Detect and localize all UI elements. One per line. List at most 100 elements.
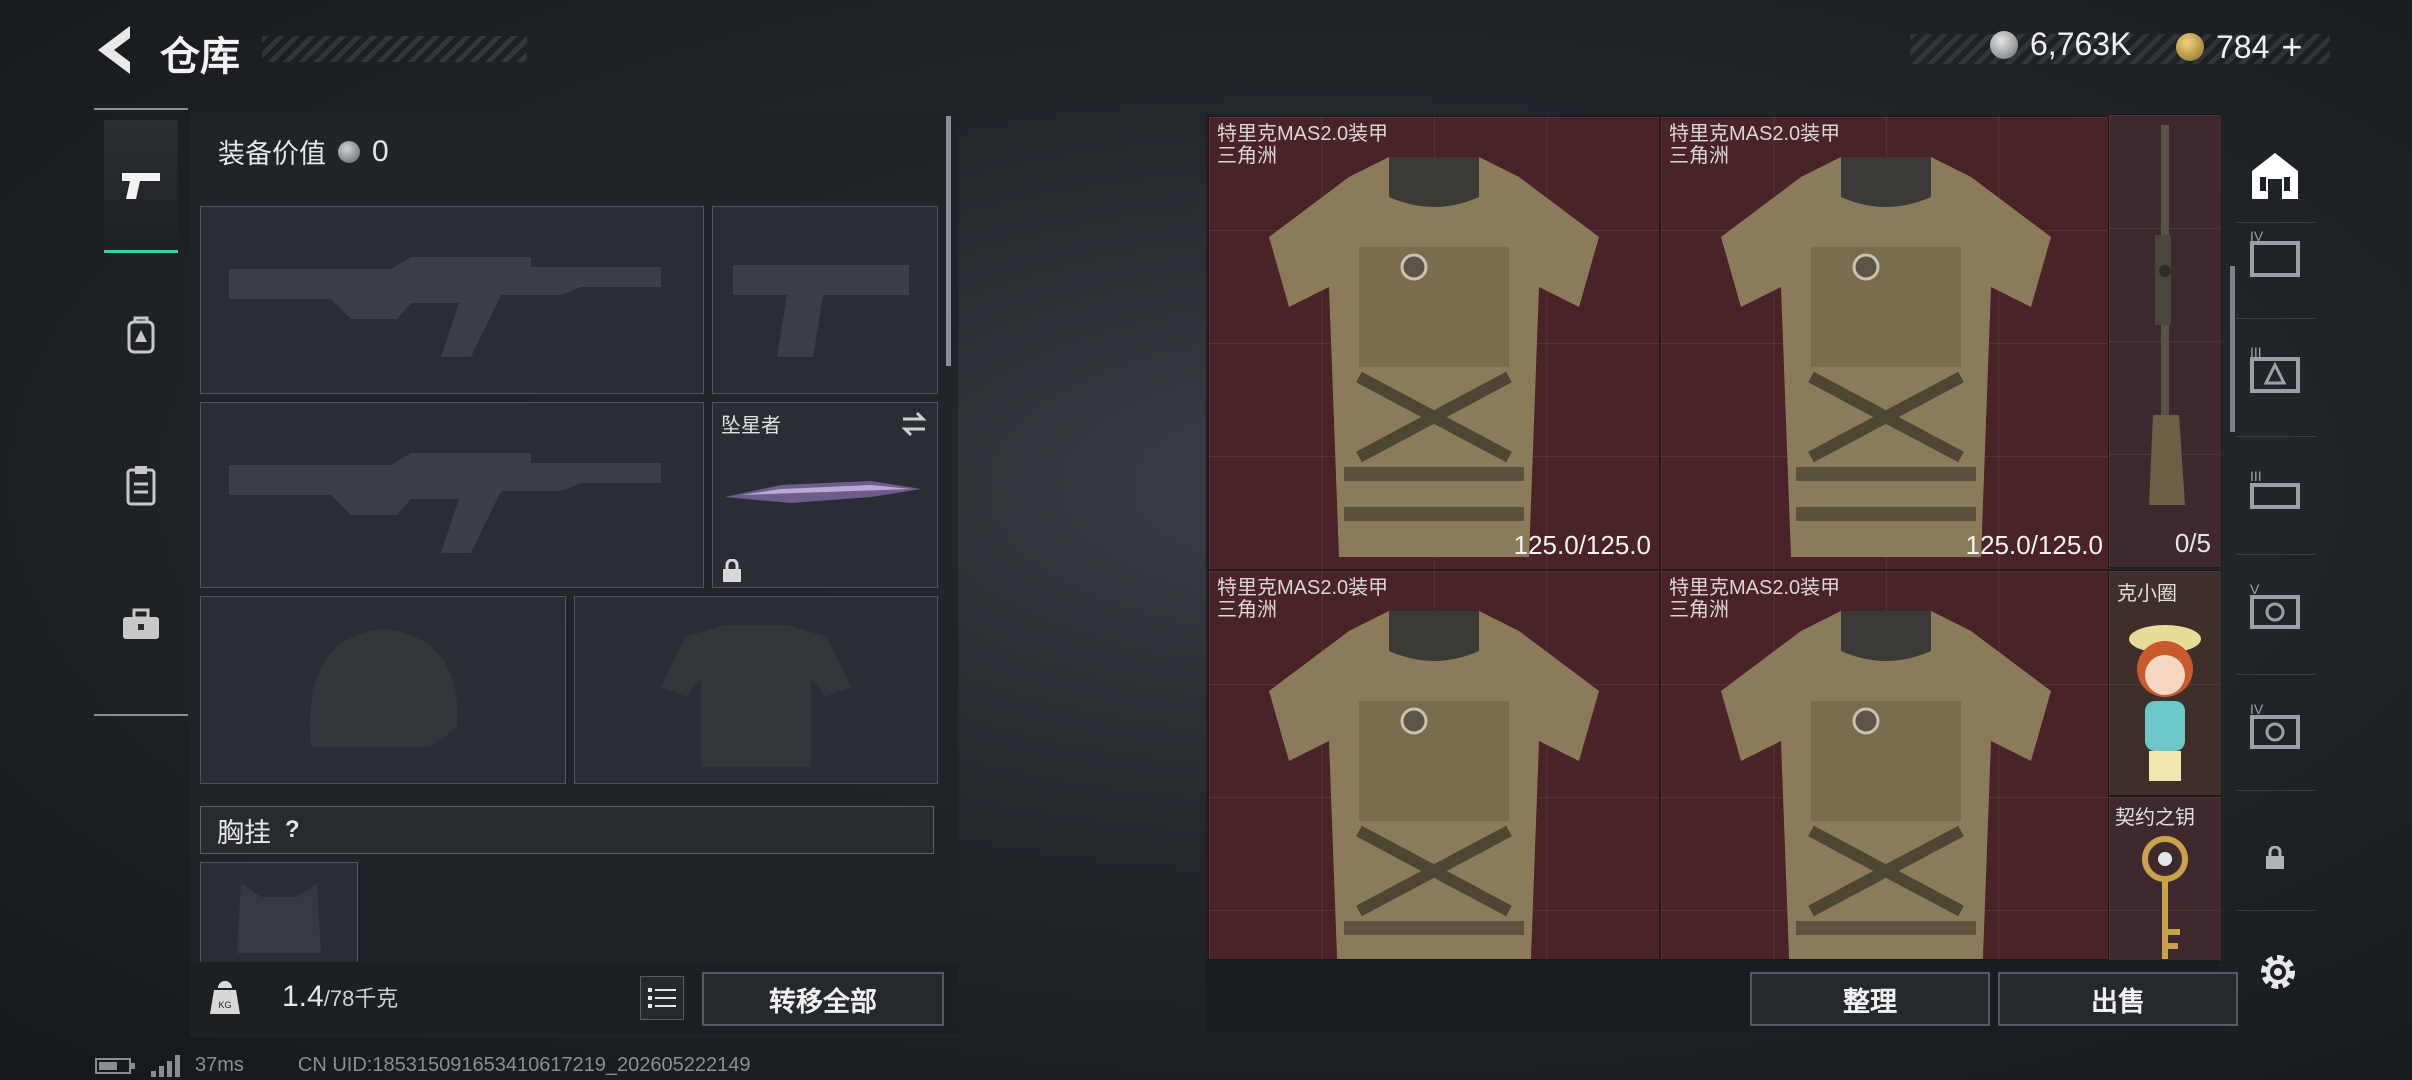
tab-toolbox[interactable] bbox=[104, 560, 178, 690]
tab-case-iii-1[interactable]: III bbox=[2240, 342, 2310, 402]
armor-item[interactable]: 特里克MAS2.0装甲 三角洲 bbox=[1208, 570, 1660, 960]
rifle-silhouette-icon bbox=[229, 257, 661, 357]
contract-key-item[interactable]: 契约之钥 bbox=[2108, 796, 2222, 962]
category-tab-bar bbox=[94, 108, 188, 716]
body-armor-slot[interactable] bbox=[574, 596, 938, 784]
tab-case-iv-1[interactable]: IV bbox=[2240, 226, 2310, 286]
transfer-all-button[interactable]: 转移全部 bbox=[702, 972, 944, 1026]
list-view-button[interactable] bbox=[640, 976, 684, 1020]
sniper-rifle-item[interactable]: 0/5 bbox=[2108, 114, 2222, 568]
battery-icon bbox=[95, 1057, 135, 1074]
rifle-silhouette-icon bbox=[229, 453, 661, 553]
armor-faction: 三角洲 bbox=[1217, 145, 1277, 167]
organize-button[interactable]: 整理 bbox=[1750, 972, 1990, 1026]
silver-coin-icon bbox=[338, 140, 360, 163]
currency-gold-plus[interactable]: + bbox=[2281, 26, 2302, 68]
armor-name: 特里克MAS2.0装甲 bbox=[1217, 123, 1389, 145]
help-icon[interactable]: ? bbox=[285, 816, 300, 844]
lock-icon bbox=[723, 559, 741, 582]
tab-locked[interactable] bbox=[2240, 828, 2310, 888]
chevron-left-icon bbox=[98, 26, 130, 74]
gear-icon bbox=[2261, 955, 2295, 989]
signal-icon bbox=[151, 1054, 180, 1077]
melee-slot[interactable]: 坠星者 bbox=[712, 402, 938, 588]
armor-faction: 三角洲 bbox=[1669, 145, 1729, 167]
armor-name: 特里克MAS2.0装甲 bbox=[1669, 577, 1841, 599]
currency-gold[interactable]: 784 + bbox=[2176, 26, 2302, 68]
lock-icon bbox=[2266, 846, 2284, 869]
tab-home[interactable] bbox=[2240, 146, 2310, 206]
tab-clipboard[interactable] bbox=[104, 420, 178, 550]
case-icon: V bbox=[2250, 581, 2300, 629]
melee-name: 坠星者 bbox=[721, 415, 781, 437]
case-tier-label: V bbox=[2250, 581, 2260, 597]
home-icon bbox=[2252, 153, 2298, 199]
back-button[interactable] bbox=[92, 22, 142, 78]
tab-case-iii-2[interactable]: III bbox=[2240, 460, 2310, 520]
rifle-capacity: 0/5 bbox=[2174, 528, 2211, 558]
currency-silver[interactable]: 6,763K bbox=[1990, 26, 2131, 63]
gold-triangle-coin-icon bbox=[2176, 33, 2204, 61]
helmet-slot[interactable] bbox=[200, 596, 566, 784]
silver-coin-icon bbox=[1990, 30, 2018, 59]
case-icon: IV bbox=[2250, 701, 2300, 749]
equipment-scrollbar[interactable] bbox=[946, 116, 951, 366]
key-image bbox=[2142, 836, 2188, 959]
body-armor-image bbox=[1721, 611, 2051, 959]
backpack-icon bbox=[127, 316, 155, 354]
sniper-rifle-image bbox=[2149, 125, 2185, 505]
tab-case-iv-2[interactable]: IV bbox=[2240, 698, 2310, 758]
armor-name: 特里克MAS2.0装甲 bbox=[1669, 123, 1841, 145]
case-icon: III bbox=[2250, 345, 2300, 393]
secondary-weapon-slot[interactable] bbox=[200, 402, 704, 588]
chest-rig-slot[interactable] bbox=[200, 862, 358, 964]
pistol-silhouette-icon bbox=[733, 265, 909, 357]
clipboard-icon bbox=[126, 466, 156, 506]
toolbox-icon bbox=[123, 608, 159, 639]
figure-doll-image bbox=[2129, 625, 2201, 781]
chest-rig-label: 胸挂 bbox=[217, 817, 271, 848]
equipment-value-label: 装备价值 bbox=[218, 139, 326, 169]
page-title: 仓库 bbox=[160, 35, 240, 79]
container-tab-bar: IV III III V IV bbox=[2226, 118, 2326, 966]
armor-silhouette-icon bbox=[661, 625, 851, 767]
armor-durability: 125.0/125.0 bbox=[1513, 530, 1651, 560]
settings-button[interactable] bbox=[2256, 950, 2300, 999]
weight-display: 1.4/78千克 bbox=[282, 980, 398, 1014]
helmet-silhouette-icon bbox=[309, 629, 458, 747]
chest-rig-header: 胸挂 ? bbox=[200, 806, 934, 854]
swap-icon[interactable] bbox=[899, 411, 929, 437]
case-tier-label: III bbox=[2250, 468, 2262, 484]
melee-knife-icon bbox=[725, 481, 921, 503]
case-icon: III bbox=[2250, 468, 2300, 509]
body-armor-image bbox=[1269, 611, 1599, 959]
body-armor-image bbox=[1269, 157, 1599, 557]
title-decoration bbox=[262, 36, 527, 62]
uid-text: CN UID:1853150916534106​17219_2026052221… bbox=[297, 1054, 751, 1076]
pistol-icon bbox=[122, 173, 160, 199]
armor-faction: 三角洲 bbox=[1669, 599, 1729, 621]
weight-current: 1.4 bbox=[282, 980, 324, 1013]
currency-silver-value: 6,763K bbox=[2030, 26, 2132, 62]
weight-max: /78千克 bbox=[323, 986, 399, 1011]
case-tier-label: IV bbox=[2250, 229, 2264, 244]
chest-rig-silhouette-icon bbox=[237, 883, 321, 953]
case-tier-label: III bbox=[2250, 345, 2262, 360]
figure-item[interactable]: 克小圈 bbox=[2108, 570, 2222, 796]
armor-item[interactable]: 特里克MAS2.0装甲 三角洲 125.0/125.0 bbox=[1208, 116, 1660, 570]
armor-item[interactable]: 特里克MAS2.0装甲 三角洲 125.0/125.0 bbox=[1660, 116, 2112, 570]
case-icon: IV bbox=[2250, 229, 2300, 277]
sell-button[interactable]: 出售 bbox=[1998, 972, 2238, 1026]
pistol-slot[interactable] bbox=[712, 206, 938, 394]
tab-case-v[interactable]: V bbox=[2240, 578, 2310, 638]
key-name: 契约之钥 bbox=[2115, 807, 2195, 829]
status-bar: 37ms CN UID:1853150916534106​17219_20260… bbox=[95, 1054, 751, 1077]
armor-item[interactable]: 特里克MAS2.0装甲 三角洲 bbox=[1660, 570, 2112, 960]
equipment-value-row: 装备价值 0 bbox=[218, 132, 389, 171]
tab-weapon[interactable] bbox=[104, 120, 178, 253]
currency-gold-value: 784 bbox=[2216, 28, 2270, 65]
armor-name: 特里克MAS2.0装甲 bbox=[1217, 577, 1389, 599]
armor-durability: 125.0/125.0 bbox=[1965, 530, 2103, 560]
tab-gear[interactable] bbox=[104, 270, 178, 400]
primary-weapon-slot[interactable] bbox=[200, 206, 704, 394]
